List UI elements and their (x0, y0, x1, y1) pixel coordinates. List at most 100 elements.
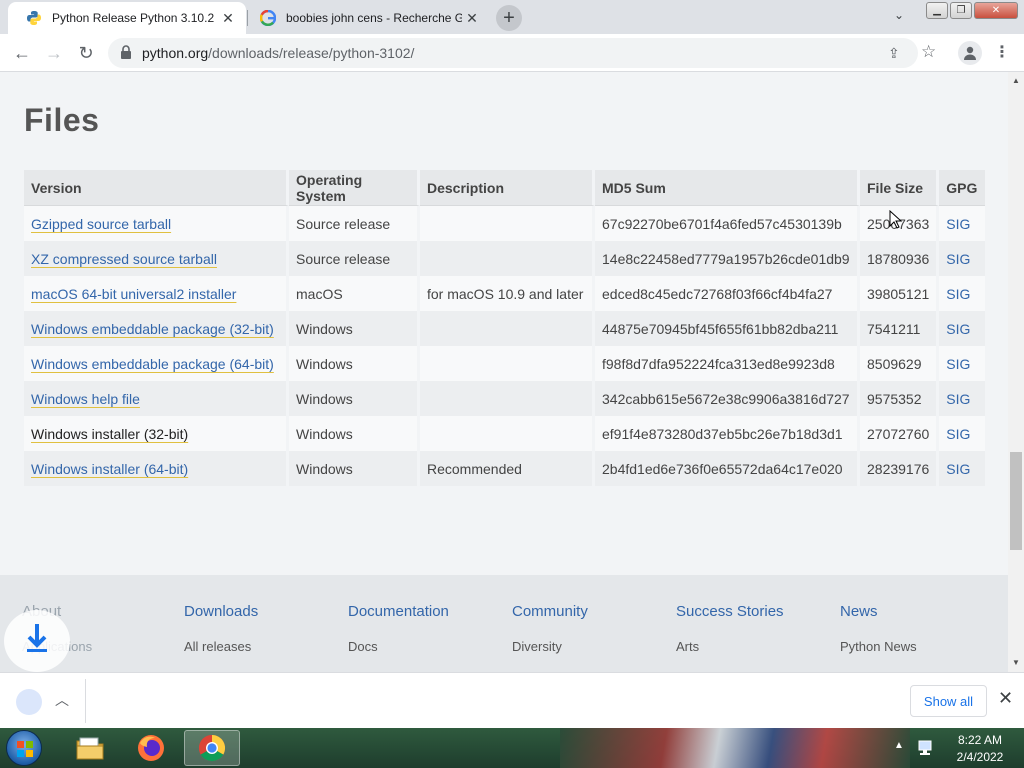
download-link[interactable]: Windows installer (32-bit) (31, 426, 188, 442)
cell-description: for macOS 10.9 and later (420, 276, 595, 311)
cell-description (420, 416, 595, 451)
tab-strip: Python Release Python 3.10.2 | P ✕ boobi… (0, 0, 1024, 34)
download-link[interactable]: Gzipped source tarball (31, 216, 171, 232)
tab-python-release[interactable]: Python Release Python 3.10.2 | P ✕ (8, 2, 246, 34)
footer-heading[interactable]: Success Stories (676, 603, 784, 620)
back-arrow-icon[interactable]: ← (10, 41, 34, 65)
tab-title: Python Release Python 3.10.2 | P (52, 11, 218, 25)
footer-link[interactable]: All releases (184, 639, 258, 654)
download-progress-icon[interactable] (16, 689, 42, 715)
download-link[interactable]: Windows embeddable package (64-bit) (31, 356, 274, 372)
sig-link[interactable]: SIG (946, 216, 970, 232)
footer-column-success-stories: Success Stories Arts (676, 603, 784, 654)
scroll-thumb[interactable] (1010, 452, 1022, 550)
close-icon[interactable]: ✕ (998, 688, 1013, 709)
scroll-up-arrow-icon[interactable]: ▲ (1012, 76, 1020, 85)
show-all-button[interactable]: Show all (910, 685, 987, 717)
explorer-icon (76, 737, 104, 760)
cell-md5: 67c92270be6701f4a6fed57c4530139b (595, 206, 860, 241)
download-bar-divider (85, 679, 86, 723)
scroll-down-arrow-icon[interactable]: ▼ (1012, 658, 1020, 667)
cell-os: Windows (289, 346, 420, 381)
cell-gpg: SIG (939, 451, 986, 486)
cell-file-size-text: 27072760 (867, 425, 930, 442)
tab-google-search[interactable]: boobies john cens - Recherche G ✕ (250, 2, 490, 34)
sig-link[interactable]: SIG (946, 391, 970, 407)
files-table: Version Operating System Description MD5… (24, 170, 986, 486)
chevron-up-icon[interactable]: ︿ (55, 690, 69, 710)
cell-file-size: 28239176 (860, 451, 940, 486)
cell-os-text: Windows (296, 355, 353, 372)
footer-link[interactable]: Docs (348, 639, 449, 654)
sig-link[interactable]: SIG (946, 286, 970, 302)
cell-file-size: 7541211 (860, 311, 940, 346)
taskbar-chrome[interactable] (184, 730, 240, 766)
footer-column-documentation: Documentation Docs (348, 603, 449, 654)
minimize-button[interactable]: ▁ (926, 2, 948, 19)
footer-link[interactable]: Python News (840, 639, 917, 654)
cell-file-size-text: 18780936 (867, 250, 930, 267)
download-link[interactable]: Windows embeddable package (32-bit) (31, 321, 274, 337)
download-link[interactable]: macOS 64-bit universal2 installer (31, 286, 236, 302)
url-text[interactable]: python.org/downloads/release/python-3102… (142, 45, 414, 61)
cell-os-text: Source release (296, 215, 391, 232)
column-header-gpg: GPG (939, 170, 986, 206)
kebab-menu-icon[interactable]: ⋮ (994, 42, 1010, 62)
cell-md5-text: f98f8d7dfa952224fca313ed8e9923d8 (602, 355, 835, 372)
taskbar-firefox[interactable] (123, 730, 179, 766)
table-row: XZ compressed source tarball Source relea… (24, 241, 986, 276)
cell-gpg: SIG (939, 206, 986, 241)
footer-heading[interactable]: Documentation (348, 603, 449, 620)
network-icon[interactable] (916, 739, 934, 757)
close-tab-icon[interactable]: ✕ (462, 10, 482, 27)
tray-expand-icon[interactable]: ▲ (894, 740, 904, 751)
sig-link[interactable]: SIG (946, 251, 970, 267)
footer-heading[interactable]: Community (512, 603, 588, 620)
cell-gpg: SIG (939, 276, 986, 311)
footer-link[interactable]: Diversity (512, 639, 588, 654)
reload-icon[interactable]: ↻ (74, 41, 98, 65)
maximize-button[interactable]: ❐ (950, 2, 972, 19)
cell-file-size-text: 28239176 (867, 460, 930, 477)
sig-link[interactable]: SIG (946, 356, 970, 372)
clock-date[interactable]: 2/4/2022 (950, 750, 1010, 764)
site-footer: About Applications Downloads All release… (0, 575, 1008, 672)
download-link[interactable]: XZ compressed source tarball (31, 251, 217, 267)
sig-link[interactable]: SIG (946, 321, 970, 337)
footer-link[interactable]: Arts (676, 639, 784, 654)
tab-separator (247, 10, 248, 26)
window-close-button[interactable]: ✕ (974, 2, 1018, 19)
bookmark-star-icon[interactable]: ☆ (921, 42, 936, 62)
cell-os: Windows (289, 311, 420, 346)
forward-arrow-icon[interactable]: → (42, 41, 66, 65)
share-icon[interactable]: ⇪ (888, 45, 900, 62)
cell-gpg: SIG (939, 381, 986, 416)
footer-heading[interactable]: News (840, 603, 917, 620)
table-header-row: Version Operating System Description MD5… (24, 170, 986, 206)
start-button[interactable] (6, 730, 42, 766)
firefox-icon (138, 735, 164, 761)
sig-link[interactable]: SIG (946, 461, 970, 477)
column-header-os: Operating System (289, 170, 420, 206)
page-scrollbar[interactable]: ▲ ▼ (1008, 72, 1024, 672)
sig-link[interactable]: SIG (946, 426, 970, 442)
windows-taskbar: ▲ 8:22 AM 2/4/2022 (0, 728, 1024, 768)
profile-avatar[interactable] (958, 41, 982, 65)
cell-md5-text: 44875e70945bf45f655f61bb82dba211 (602, 320, 839, 337)
tab-search-icon[interactable]: ⌄ (889, 8, 909, 26)
download-link[interactable]: Windows installer (64-bit) (31, 461, 188, 477)
clock-time[interactable]: 8:22 AM (950, 733, 1010, 747)
new-tab-button[interactable]: + (496, 5, 522, 31)
close-tab-icon[interactable]: ✕ (218, 10, 238, 27)
cell-md5: 2b4fd1ed6e736f0e65572da64c17e020 (595, 451, 860, 486)
footer-heading[interactable]: Downloads (184, 603, 258, 620)
taskbar-explorer[interactable] (62, 730, 118, 766)
cell-os-text: Windows (296, 390, 353, 407)
column-header-version: Version (24, 170, 289, 206)
cell-os: Windows (289, 416, 420, 451)
download-link[interactable]: Windows help file (31, 391, 140, 407)
address-bar[interactable]: python.org/downloads/release/python-3102… (108, 38, 936, 68)
browser-toolbar: ← → ↻ python.org/downloads/release/pytho… (0, 34, 1024, 72)
footer-column-downloads: Downloads All releases (184, 603, 258, 654)
page-title: Files (24, 102, 100, 138)
